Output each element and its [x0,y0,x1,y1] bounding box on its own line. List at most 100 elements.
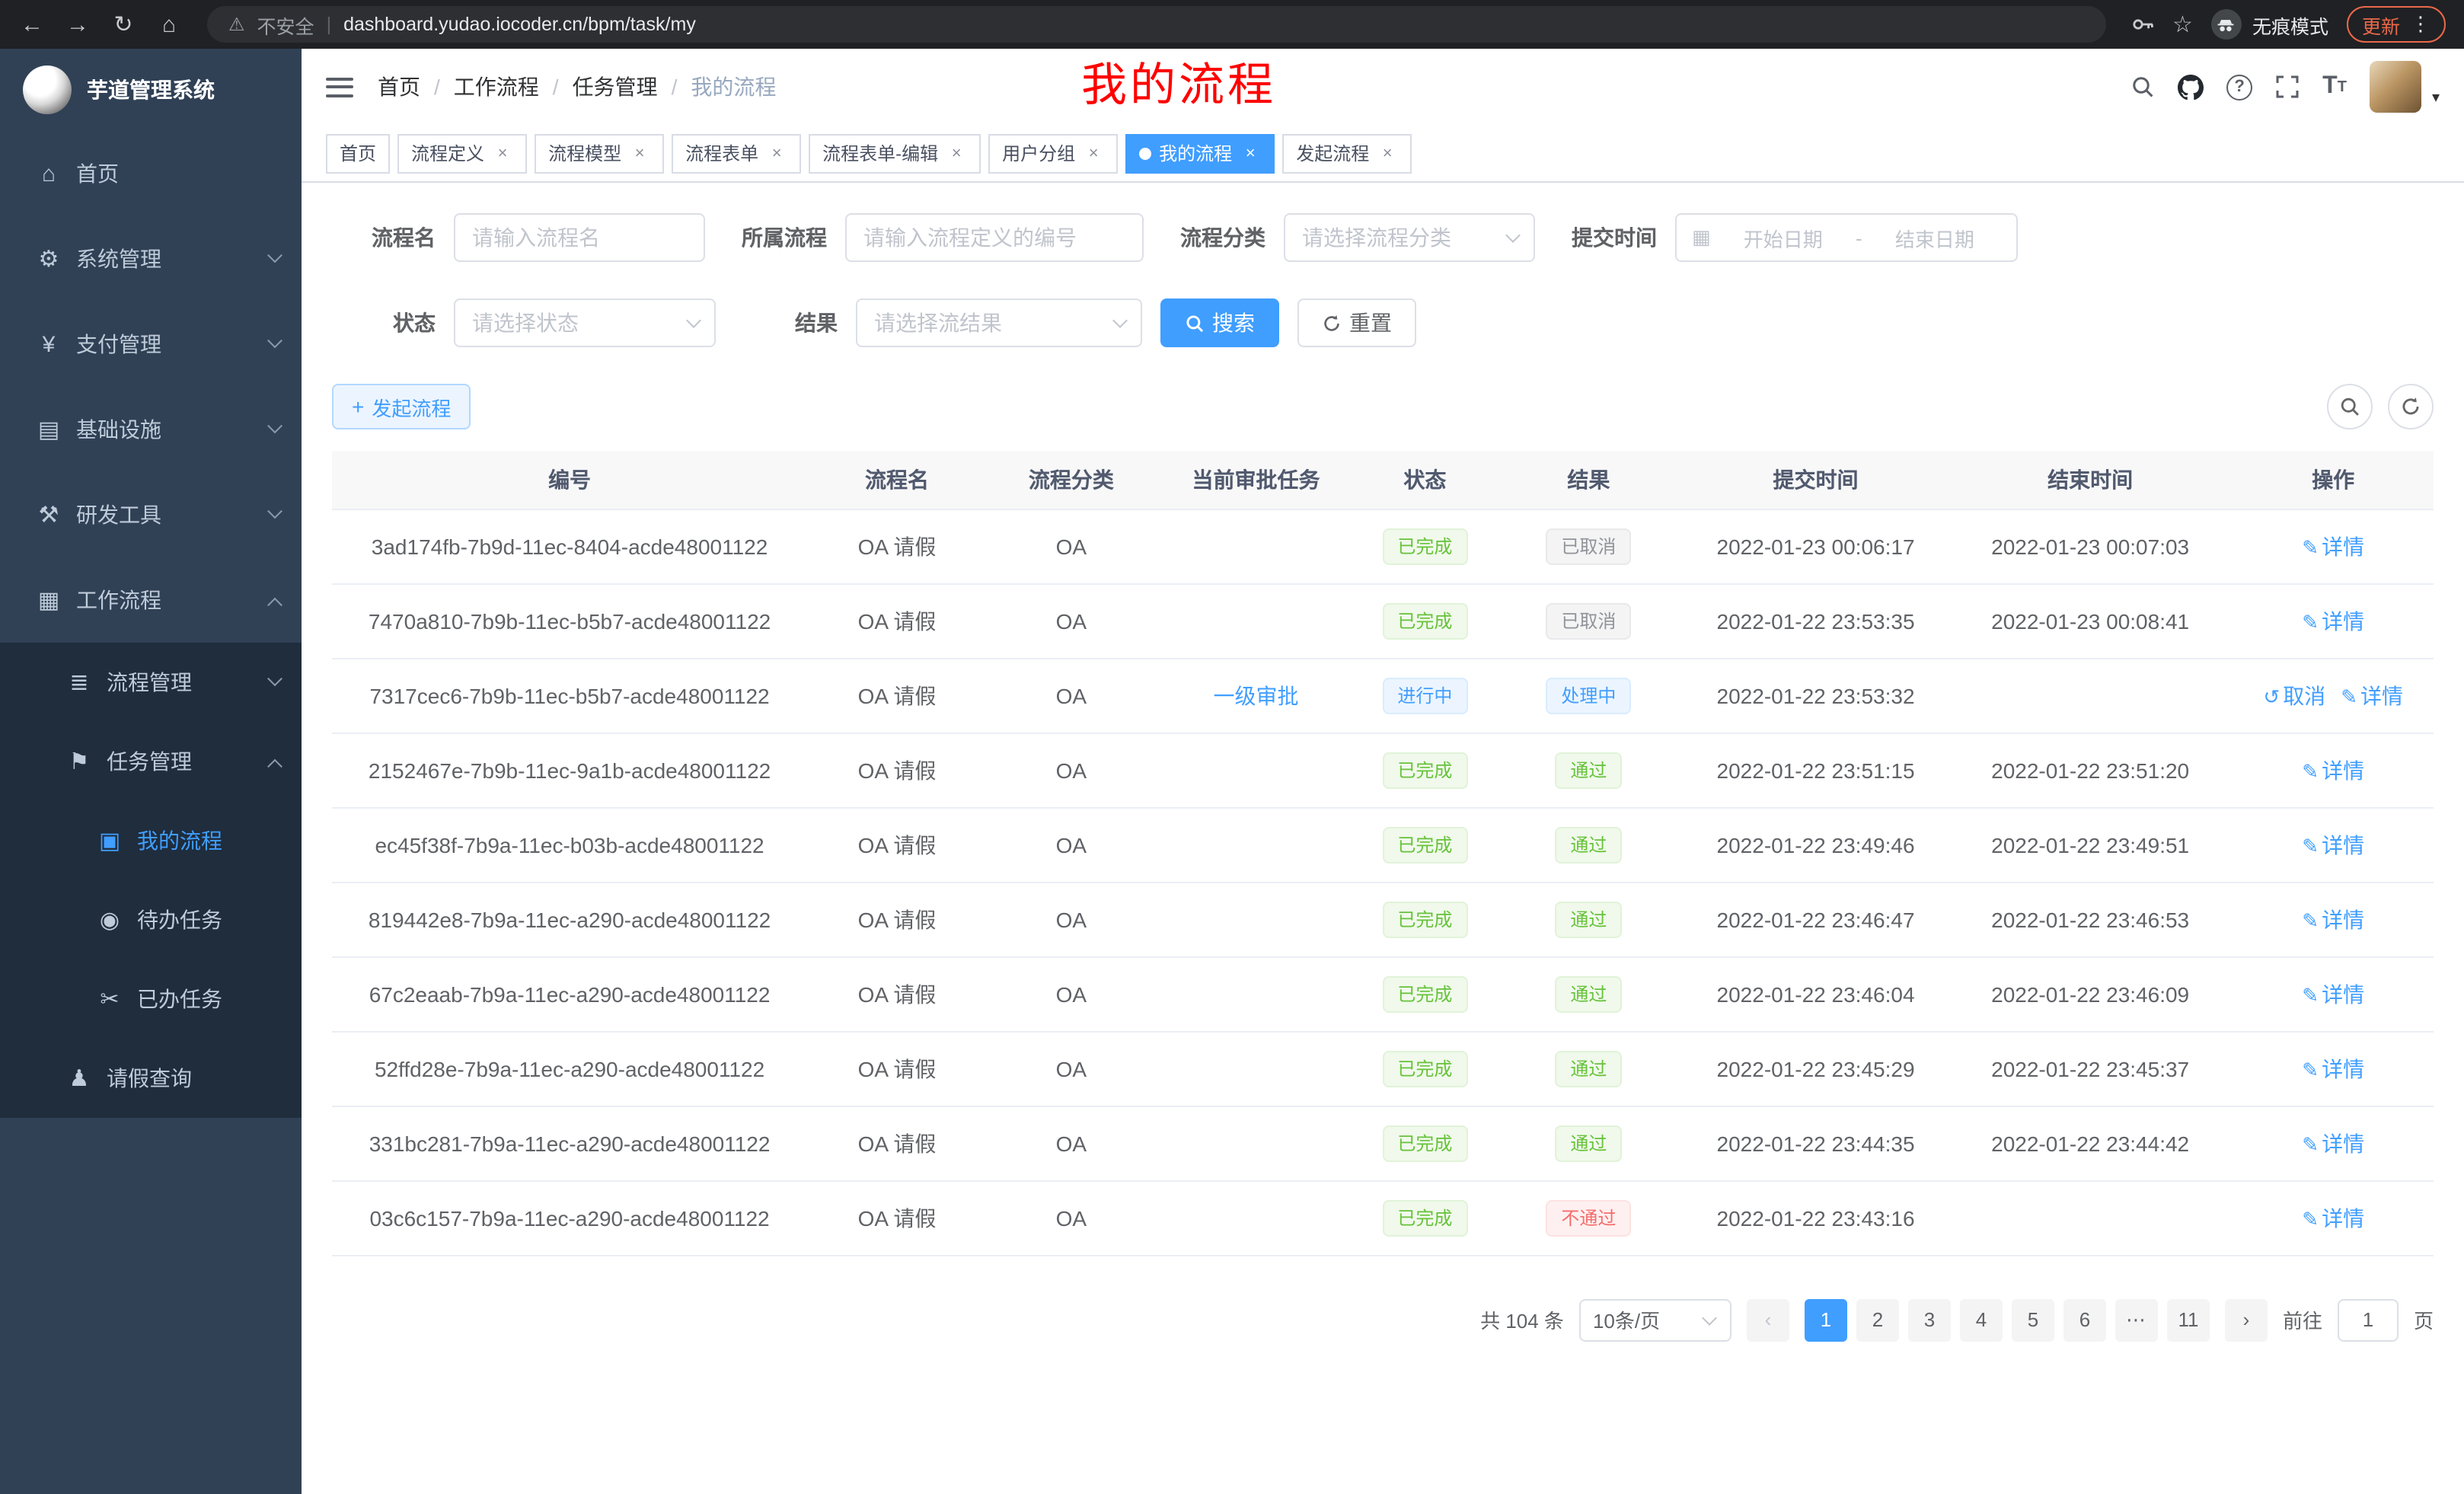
app-logo[interactable]: 芋道管理系统 [0,49,302,131]
sidebar-item-todo-tasks[interactable]: ◉待办任务 [0,880,302,959]
close-icon[interactable]: × [1377,144,1398,162]
sidebar-item-infrastructure[interactable]: ▤基础设施 [0,387,302,472]
cancel-link[interactable]: ↺取消 [2263,683,2325,707]
close-icon[interactable]: × [766,144,787,162]
pager-page-4[interactable]: 4 [1960,1298,2003,1341]
tab-process-form[interactable]: 流程表单× [672,133,801,173]
detail-link[interactable]: ✎详情 [2302,534,2364,558]
forward-icon[interactable]: → [64,11,91,37]
help-icon[interactable]: ? [2226,74,2252,100]
sidebar-item-dev-tools[interactable]: ⚒研发工具 [0,472,302,557]
reload-icon[interactable]: ↻ [110,11,137,38]
pager-ellipsis[interactable]: ⋯ [2115,1298,2158,1341]
process-name-input[interactable] [454,213,705,262]
detail-link[interactable]: ✎详情 [2302,907,2364,931]
tab-my-process[interactable]: 我的流程× [1125,133,1275,173]
pager-page-11[interactable]: 11 [2167,1298,2210,1341]
chevron-down-icon [267,332,282,347]
sidebar-item-my-process[interactable]: ▣我的流程 [0,801,302,880]
breadcrumb-item[interactable]: 首页 [378,72,420,102]
browser-update-button[interactable]: 更新 ⋮ [2347,6,2446,43]
action-label: 取消 [2283,683,2325,707]
tab-process-model[interactable]: 流程模型× [535,133,664,173]
kebab-menu-icon[interactable]: ⋮ [2411,12,2430,37]
avatar-caret-icon[interactable]: ▾ [2432,90,2440,107]
category-select-input[interactable] [1284,213,1535,262]
tab-process-definition[interactable]: 流程定义× [397,133,527,173]
submit-time-range-picker[interactable]: ▦ 开始日期 - 结束日期 [1675,213,2018,262]
close-icon[interactable]: × [946,144,967,162]
search-button[interactable]: 搜索 [1160,298,1279,347]
tab-home[interactable]: 首页 [326,133,390,173]
pager-prev-button[interactable]: ‹ [1747,1298,1789,1341]
sidebar-item-leave-query[interactable]: ♟请假查询 [0,1039,302,1118]
detail-link[interactable]: ✎详情 [2302,982,2364,1006]
cell-category: OA [987,882,1156,956]
close-icon[interactable]: × [1083,144,1104,162]
detail-link[interactable]: ✎详情 [2302,1056,2364,1081]
cell-actions: ✎详情 [2233,509,2434,583]
cell-submit-time: 2022-01-23 00:06:17 [1684,509,1948,583]
status-select-input[interactable] [454,298,716,347]
sidebar-item-task-management[interactable]: ⚑任务管理 [0,722,302,801]
detail-link[interactable]: ✎详情 [2302,832,2364,857]
status-badge: 已完成 [1382,1199,1467,1236]
user-avatar[interactable] [2370,61,2421,113]
cell-process-name: OA 请假 [807,583,987,658]
detail-link[interactable]: ✎详情 [2302,608,2364,633]
tab-process-form-edit[interactable]: 流程表单-编辑× [809,133,981,173]
goto-page-input[interactable] [2338,1298,2399,1341]
bookmark-star-icon[interactable]: ☆ [2172,11,2193,38]
tab-user-group[interactable]: 用户分组× [988,133,1118,173]
back-icon[interactable]: ← [18,11,46,37]
search-icon[interactable] [2130,75,2155,99]
cell-process-name: OA 请假 [807,733,987,807]
breadcrumb-item[interactable]: 工作流程 [454,72,539,102]
current-task-link[interactable]: 一级审批 [1214,683,1299,707]
pager-page-5[interactable]: 5 [2012,1298,2054,1341]
sidebar-item-workflow[interactable]: ▦工作流程 [0,557,302,643]
home-icon[interactable]: ⌂ [155,11,183,37]
result-select-input[interactable] [856,298,1142,347]
fullscreen-icon[interactable] [2275,75,2300,99]
pager-page-2[interactable]: 2 [1856,1298,1899,1341]
parent-process-input[interactable] [845,213,1144,262]
address-bar[interactable]: ⚠ 不安全 | dashboard.yudao.iocoder.cn/bpm/t… [207,6,2105,43]
page-size-select[interactable] [1579,1298,1732,1341]
search-toggle-button[interactable] [2327,384,2373,429]
sidebar-item-done-tasks[interactable]: ✂已办任务 [0,959,302,1039]
refresh-button[interactable] [2388,384,2434,429]
create-process-button[interactable]: + 发起流程 [332,384,471,429]
hamburger-icon[interactable] [326,77,353,97]
breadcrumb-item[interactable]: 任务管理 [573,72,658,102]
filter-row-1: 流程名 所属流程 流程分类 提交 [332,213,2434,262]
sidebar-item-home[interactable]: ⌂首页 [0,131,302,216]
column-header: 结果 [1494,451,1684,509]
close-icon[interactable]: × [492,144,513,162]
github-icon[interactable] [2178,74,2204,100]
pager-page-1[interactable]: 1 [1805,1298,1847,1341]
end-date-placeholder[interactable]: 结束日期 [1869,223,2001,252]
close-icon[interactable]: × [629,144,650,162]
status-select[interactable] [454,298,716,347]
detail-link[interactable]: ✎详情 [2302,1205,2364,1230]
result-select[interactable] [856,298,1142,347]
start-date-placeholder[interactable]: 开始日期 [1717,223,1850,252]
key-icon[interactable] [2130,12,2154,37]
sidebar-item-payment-management[interactable]: ¥支付管理 [0,302,302,387]
reset-button[interactable]: 重置 [1297,298,1416,347]
category-select[interactable] [1284,213,1535,262]
font-size-icon[interactable]: TT [2322,73,2347,101]
pager-next-button[interactable]: › [2225,1298,2268,1341]
gear-icon: ⚙ [30,245,67,273]
cell-process-name: OA 请假 [807,956,987,1031]
pager-page-3[interactable]: 3 [1908,1298,1951,1341]
sidebar-item-system-management[interactable]: ⚙系统管理 [0,216,302,302]
sidebar-item-process-management[interactable]: ≣流程管理 [0,643,302,722]
detail-link[interactable]: ✎详情 [2302,758,2364,782]
pager-page-6[interactable]: 6 [2063,1298,2106,1341]
detail-link[interactable]: ✎详情 [2341,683,2403,707]
tab-start-process[interactable]: 发起流程× [1282,133,1412,173]
close-icon[interactable]: × [1240,144,1261,162]
detail-link[interactable]: ✎详情 [2302,1131,2364,1155]
